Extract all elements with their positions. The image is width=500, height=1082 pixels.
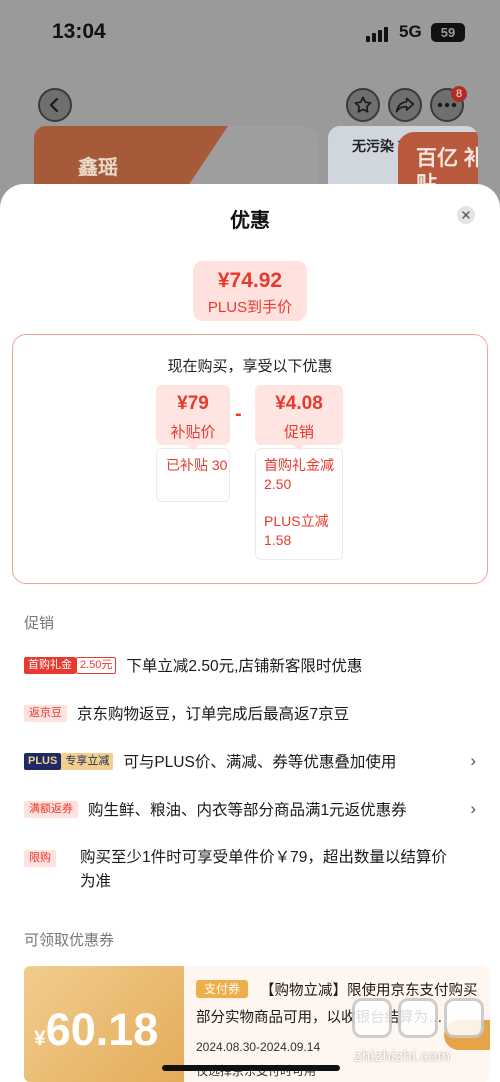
promo-detail-first-purchase: 首购礼金减2.50 (264, 457, 334, 492)
close-button[interactable] (457, 206, 475, 224)
watermark-text: zhizhizhi.com (354, 1048, 451, 1065)
coupon-value-panel: ¥60.18 (24, 966, 184, 1082)
site-watermark: zhizhizhi.com (334, 988, 500, 1082)
coupon-currency: ¥ (34, 1027, 46, 1050)
home-indicator[interactable] (162, 1065, 340, 1071)
promo-row-jd-beans: 返京豆 京东购物返豆，订单完成后最高返7京豆 (24, 702, 484, 724)
promo-text: 京东购物返豆，订单完成后最高返7京豆 (77, 706, 350, 723)
promo-tag: 首购礼金 (24, 656, 76, 674)
promo-tag-extra: 专享立减 (61, 752, 114, 770)
coupon-value: 60.18 (45, 1004, 159, 1055)
promo-tag-extra: 2.50元 (76, 656, 117, 674)
promo-tag: 限购 (24, 850, 56, 867)
share-button[interactable] (388, 88, 422, 122)
promo-amount: ¥4.08 (275, 393, 323, 414)
promo-row-first-purchase: 首购礼金 2.50元 下单立减2.50元,店铺新客限时优惠 (24, 654, 484, 676)
chevron-left-icon (49, 97, 59, 113)
minus-operator: - (235, 403, 242, 425)
final-price-label: PLUS到手价 (207, 299, 293, 316)
coupon-date-range: 2024.08.30-2024.09.14 (196, 1040, 321, 1054)
promo-detail-plus: PLUS立减1.58 (264, 513, 329, 548)
promo-tag: 返京豆 (24, 704, 67, 722)
share-icon (395, 97, 415, 113)
promo-label: 促销 (283, 424, 314, 441)
favorite-button[interactable] (346, 88, 380, 122)
status-time: 13:04 (52, 20, 106, 43)
more-icon (437, 102, 457, 108)
star-icon (354, 96, 372, 113)
watermark-logo (352, 998, 492, 1038)
promo-detail: 首购礼金减2.50 PLUS立减1.58 (255, 448, 343, 560)
status-bar: 13:04 5G 59 (0, 0, 500, 62)
promo-row-plus[interactable]: PLUS 专享立减 可与PLUS价、满减、券等优惠叠加使用 › (24, 750, 484, 772)
promo-text: 购买至少1件时可享受单件价￥79，超出数量以结算价为准 (80, 849, 447, 890)
sheet-title: 优惠 (230, 210, 270, 232)
promo-text: 下单立减2.50元,店铺新客限时优惠 (126, 658, 363, 675)
final-price-amount: ¥74.92 (217, 269, 283, 292)
promotions-section-label: 促销 (24, 615, 55, 632)
promo-text: 可与PLUS价、满减、券等优惠叠加使用 (123, 754, 397, 771)
breakdown-title: 现在购买，享受以下优惠 (167, 358, 333, 375)
promo-tag: PLUS (24, 752, 62, 770)
promo-text: 购生鲜、粮油、内衣等部分商品满1元返优惠券 (88, 802, 407, 819)
battery-icon: 59 (431, 23, 465, 42)
back-button[interactable] (38, 88, 72, 122)
subsidy-amount: ¥79 (177, 393, 209, 414)
subsidy-price-card: ¥79 补贴价 (156, 385, 230, 451)
chevron-right-icon: › (470, 799, 476, 818)
subsidy-label: 补贴价 (170, 424, 216, 441)
price-breakdown: 现在购买，享受以下优惠 ¥79 补贴价 - ¥4.08 促销 已补贴 30 首购… (12, 334, 488, 584)
notification-badge: 8 (451, 86, 467, 102)
coupon-amount: ¥60.18 (34, 1004, 158, 1056)
close-icon (462, 211, 470, 219)
network-label: 5G (399, 22, 422, 41)
promo-row-coupon-return[interactable]: 满额返券 购生鲜、粮油、内衣等部分商品满1元返优惠券 › (24, 798, 484, 820)
discount-sheet: 优惠 ¥74.92 PLUS到手价 现在购买，享受以下优惠 ¥79 补贴价 - … (0, 184, 500, 1082)
subsidy-detail: 已补贴 30 (156, 448, 230, 502)
coupons-section-label: 可领取优惠券 (24, 932, 115, 949)
signal-icon (366, 26, 392, 42)
promo-tag: 满额返券 (24, 800, 78, 818)
promo-card: ¥4.08 促销 (255, 385, 343, 451)
final-price-badge: ¥74.92 PLUS到手价 (193, 261, 307, 321)
chevron-right-icon: › (470, 751, 476, 770)
